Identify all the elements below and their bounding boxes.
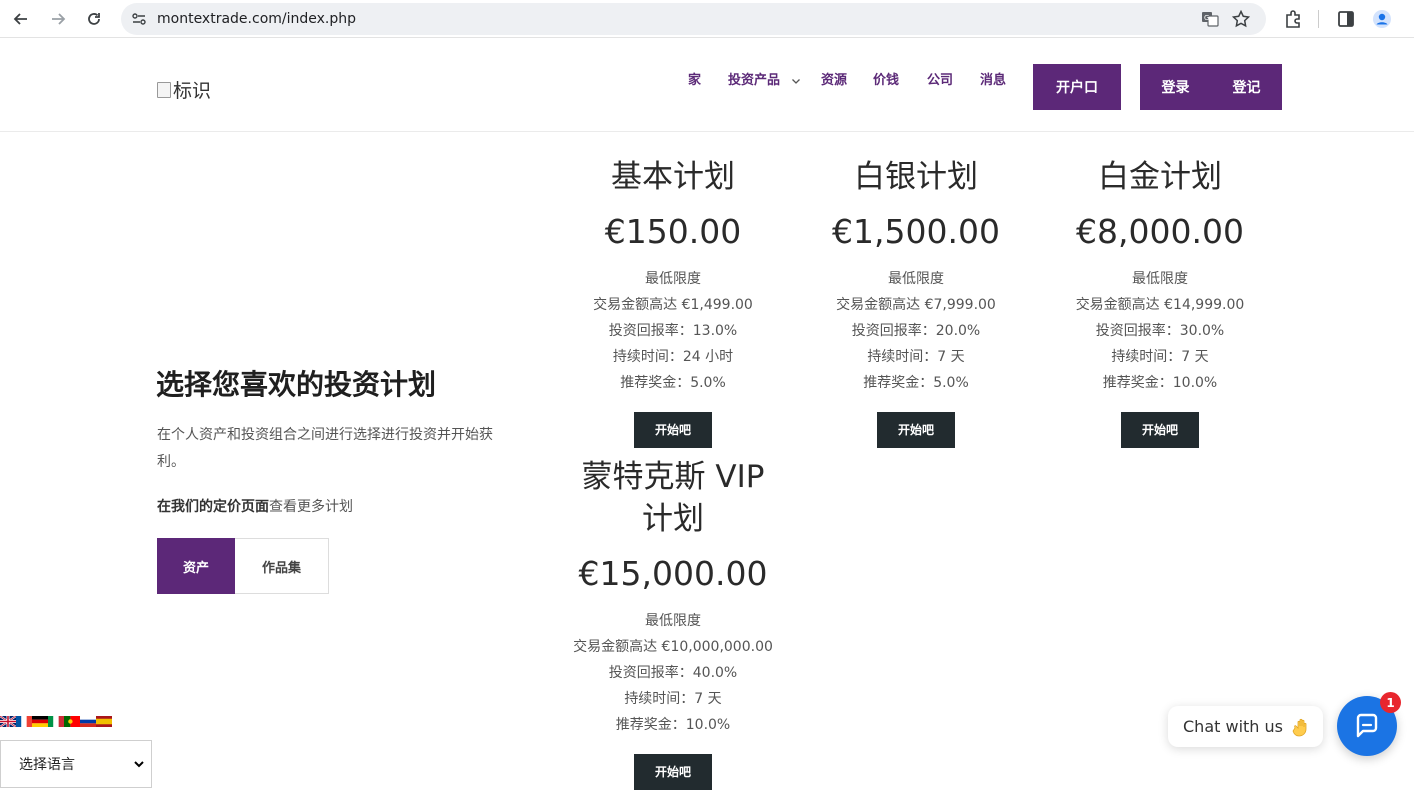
plan-price: €15,000.00	[578, 554, 768, 593]
plan-bonus: 推荐奖金：5.0%	[620, 375, 726, 391]
side-panel-icon[interactable]	[1336, 9, 1356, 29]
plan-min: 最低限度	[645, 271, 701, 287]
plan-name: 基本计划	[611, 159, 735, 195]
uk-flag-icon[interactable]	[0, 716, 16, 727]
plan-roi: 投资回报率：40.0%	[608, 665, 738, 681]
toolbar-divider	[1318, 10, 1319, 28]
forward-icon[interactable]	[47, 8, 69, 30]
hero-more-plans: 在我们的定价页面查看更多计划	[157, 496, 353, 516]
chat-prompt[interactable]: Chat with us	[1168, 706, 1323, 747]
login-button[interactable]: 登录	[1140, 77, 1211, 97]
chat-prompt-text: Chat with us	[1183, 717, 1283, 736]
reload-icon[interactable]	[83, 8, 105, 30]
svg-text:G: G	[1204, 14, 1209, 22]
get-started-button[interactable]: 开始吧	[634, 412, 712, 448]
plan-duration: 持续时间：7 天	[867, 349, 965, 365]
open-account-button[interactable]: 开户口	[1033, 64, 1121, 110]
plan-details: 最低限度 交易金额高达 €14,999.00 投资回报率：30.0% 持续时间：…	[1040, 266, 1280, 396]
plan-price: €8,000.00	[1076, 212, 1244, 251]
plan-min: 最低限度	[888, 271, 944, 287]
plan-bonus: 推荐奖金：10.0%	[1102, 375, 1218, 391]
waving-hand-icon	[1292, 718, 1307, 736]
russia-flag-icon[interactable]	[80, 716, 96, 727]
plan-bonus: 推荐奖金：10.0%	[615, 717, 731, 733]
plan-max: 交易金额高达 €7,999.00	[836, 297, 996, 313]
address-bar[interactable]: montextrade.com/index.php G	[121, 3, 1266, 35]
auth-button-group: 登录 登记	[1140, 64, 1282, 110]
logo-alt-text: 标识	[173, 80, 212, 102]
browser-toolbar: montextrade.com/index.php G	[0, 0, 1414, 38]
bookmark-star-icon[interactable]	[1232, 10, 1250, 28]
plan-price: €150.00	[604, 212, 742, 251]
translate-icon[interactable]: G	[1201, 10, 1219, 28]
plan-card-basic: 基本计划 €150.00 最低限度 交易金额高达 €1,499.00 投资回报率…	[553, 156, 793, 448]
portugal-flag-icon[interactable]	[64, 716, 80, 727]
plan-price: €1,500.00	[832, 212, 1000, 251]
italy-flag-icon[interactable]	[48, 716, 64, 727]
plan-max: 交易金额高达 €10,000,000.00	[573, 639, 773, 655]
nav-pricing[interactable]: 价钱	[873, 69, 899, 88]
language-select-value: 选择语言	[19, 757, 75, 773]
plan-roi: 投资回报率：30.0%	[1095, 323, 1225, 339]
plan-card-vip: 蒙特克斯 VIP 计划 €15,000.00 最低限度 交易金额高达 €10,0…	[553, 456, 793, 790]
plan-card-silver: 白银计划 €1,500.00 最低限度 交易金额高达 €7,999.00 投资回…	[796, 156, 1036, 448]
nav-news[interactable]: 消息	[980, 69, 1006, 88]
plan-min: 最低限度	[1132, 271, 1188, 287]
chat-icon	[1356, 713, 1378, 738]
back-icon[interactable]	[10, 8, 32, 30]
plan-name: 蒙特克斯 VIP 计划	[581, 459, 765, 537]
extensions-icon[interactable]	[1283, 9, 1303, 29]
hero-description: 在个人资产和投资组合之间进行选择进行投资并开始获利。	[157, 427, 493, 470]
nav-investment-products-label: 投资产品	[728, 73, 781, 88]
plan-name: 白银计划	[854, 159, 978, 195]
plan-bonus: 推荐奖金：5.0%	[863, 375, 969, 391]
plan-card-platinum: 白金计划 €8,000.00 最低限度 交易金额高达 €14,999.00 投资…	[1040, 156, 1280, 448]
profile-avatar-icon[interactable]	[1372, 9, 1392, 29]
url-text[interactable]: montextrade.com/index.php	[157, 11, 356, 27]
site-info-icon[interactable]	[131, 11, 147, 27]
plan-type-tabs: 资产 作品集	[157, 538, 329, 594]
plan-min: 最低限度	[645, 613, 701, 629]
nav-home[interactable]: 家	[688, 69, 701, 88]
plan-details: 最低限度 交易金额高达 €1,499.00 投资回报率：13.0% 持续时间：2…	[553, 266, 793, 396]
plan-details: 最低限度 交易金额高达 €7,999.00 投资回报率：20.0% 持续时间：7…	[796, 266, 1036, 396]
hero-more-text: 查看更多计划	[269, 499, 353, 515]
language-flags	[0, 716, 112, 727]
nav-resources[interactable]: 资源	[821, 69, 847, 88]
get-started-button[interactable]: 开始吧	[877, 412, 955, 448]
plan-max: 交易金额高达 €1,499.00	[593, 297, 753, 313]
chevron-down-icon	[134, 761, 144, 768]
plan-max: 交易金额高达 €14,999.00	[1075, 297, 1245, 313]
plan-details: 最低限度 交易金额高达 €10,000,000.00 投资回报率：40.0% 持…	[553, 608, 793, 738]
plan-duration: 持续时间：24 小时	[612, 349, 734, 365]
tab-portfolio[interactable]: 作品集	[235, 538, 329, 594]
nav-company[interactable]: 公司	[927, 69, 953, 88]
plan-roi: 投资回报率：13.0%	[608, 323, 738, 339]
plan-name: 白金计划	[1098, 159, 1222, 195]
broken-image-icon	[157, 81, 171, 98]
site-header: 标识 家 投资产品 资源 价钱 公司 消息 开户口 登录 登记	[0, 42, 1414, 132]
plan-roi: 投资回报率：20.0%	[851, 323, 981, 339]
hero-title: 选择您喜欢的投资计划	[156, 368, 437, 401]
chevron-down-icon	[791, 78, 800, 84]
plan-duration: 持续时间：7 天	[624, 691, 722, 707]
register-button[interactable]: 登记	[1211, 77, 1282, 97]
tab-assets[interactable]: 资产	[157, 538, 235, 594]
plan-duration: 持续时间：7 天	[1111, 349, 1209, 365]
pricing-page-link[interactable]: 在我们的定价页面	[157, 499, 269, 515]
nav-investment-products[interactable]: 投资产品	[728, 69, 801, 88]
chat-unread-badge: 1	[1380, 692, 1401, 713]
germany-flag-icon[interactable]	[32, 716, 48, 727]
get-started-button[interactable]: 开始吧	[1121, 412, 1199, 448]
site-logo[interactable]: 标识	[157, 76, 211, 103]
spain-flag-icon[interactable]	[96, 716, 112, 727]
language-select[interactable]: 选择语言	[0, 740, 152, 788]
get-started-button[interactable]: 开始吧	[634, 754, 712, 790]
france-flag-icon[interactable]	[16, 716, 32, 727]
